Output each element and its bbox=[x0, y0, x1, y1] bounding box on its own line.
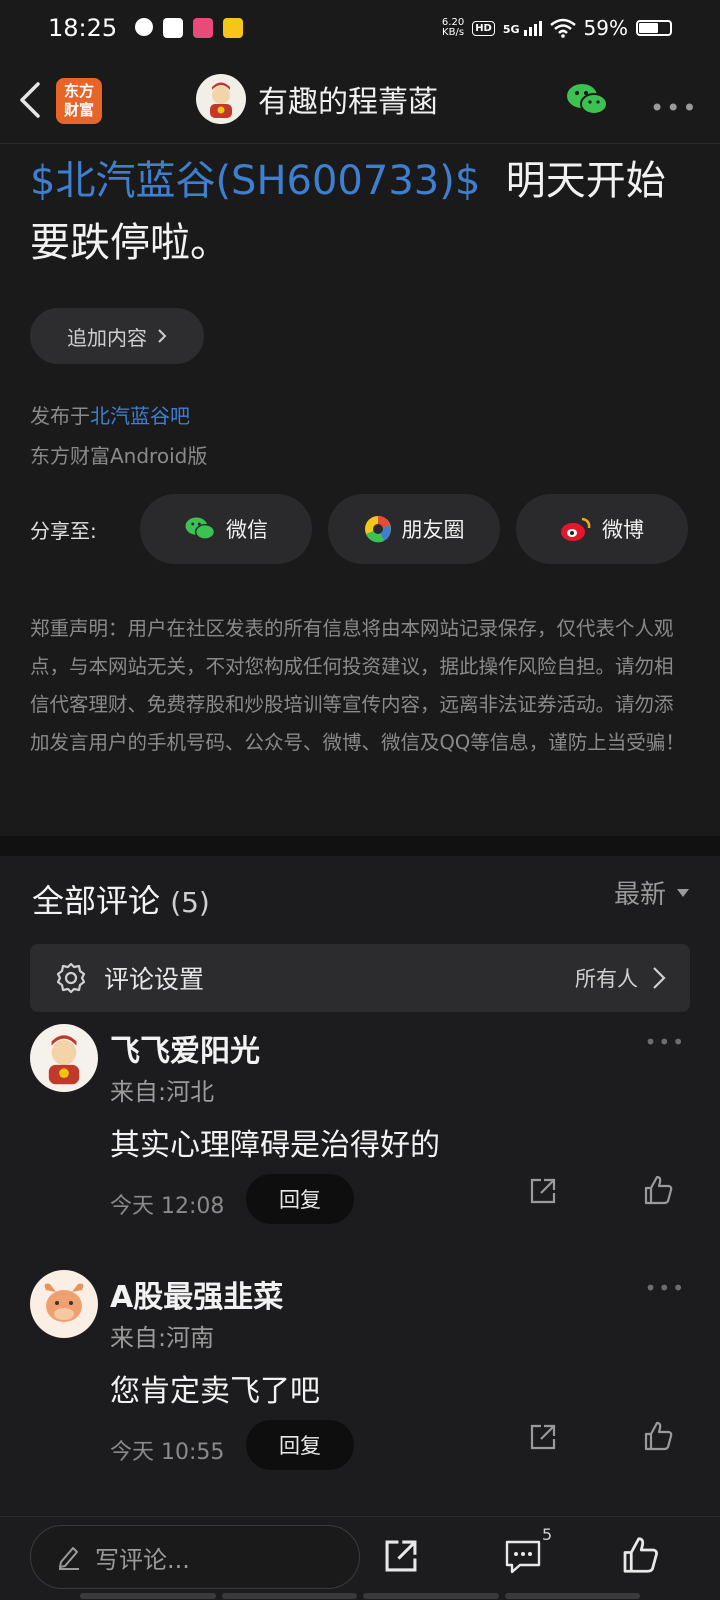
chevron-right-icon bbox=[653, 967, 666, 989]
commenter-location: 来自:河北 bbox=[110, 1078, 215, 1106]
comment-time: 今天 10:55 bbox=[110, 1440, 225, 1465]
sort-dropdown[interactable]: 最新 bbox=[614, 874, 690, 911]
like-icon[interactable] bbox=[642, 1420, 674, 1452]
status-time: 18:25 bbox=[48, 14, 118, 42]
section-divider bbox=[0, 836, 720, 856]
app-notification-icon bbox=[223, 18, 244, 38]
status-bar: 18:25 6.20 KB/s HD 5G 59% bbox=[0, 0, 720, 56]
caret-down-icon bbox=[677, 888, 689, 897]
author-info[interactable]: 有趣的程菁菡 bbox=[196, 74, 438, 124]
moments-icon bbox=[364, 516, 391, 543]
write-comment-input[interactable]: 写评论... bbox=[30, 1525, 360, 1589]
pencil-icon bbox=[59, 1547, 79, 1570]
comment-text: 其实心理障碍是治得好的 bbox=[110, 1128, 440, 1163]
commenter-avatar[interactable] bbox=[30, 1270, 98, 1338]
client-info: 东方财富Android版 bbox=[30, 444, 208, 468]
home-indicator bbox=[80, 1593, 640, 1599]
comment-count-badge: 5 bbox=[542, 1525, 553, 1544]
wechat-share-icon[interactable] bbox=[566, 82, 608, 118]
weibo-icon bbox=[561, 517, 591, 541]
comment-settings-label: 评论设置 bbox=[104, 965, 205, 994]
chevron-right-icon bbox=[158, 329, 167, 343]
share-icon[interactable] bbox=[528, 1422, 558, 1452]
mail-notification-icon bbox=[163, 18, 184, 38]
bottom-action-bar: 写评论... 5 bbox=[0, 1516, 720, 1600]
share-weibo-button[interactable]: 微博 bbox=[516, 494, 688, 564]
commenter-avatar[interactable] bbox=[30, 1024, 98, 1092]
comment-icon[interactable] bbox=[504, 1539, 542, 1575]
app-notification-icon bbox=[135, 18, 154, 36]
comment-permission-value: 所有人 bbox=[575, 967, 638, 991]
share-icon[interactable] bbox=[382, 1537, 420, 1575]
like-icon[interactable] bbox=[642, 1174, 674, 1206]
post-body: $北汽蓝谷(SH600733)$ 明天开始要跌停啦。 bbox=[30, 150, 698, 274]
commenter-name[interactable]: A股最强韭菜 bbox=[110, 1272, 283, 1316]
post-header: 东方 财富 有趣的程菁菡 ••• bbox=[0, 56, 720, 144]
comment-more-icon[interactable]: ••• bbox=[645, 1276, 686, 1300]
more-options-icon[interactable]: ••• bbox=[650, 94, 698, 122]
share-row: 分享至: 微信 朋友圈 微博 bbox=[30, 494, 690, 564]
wifi-icon bbox=[549, 18, 576, 38]
share-wechat-button[interactable]: 微信 bbox=[140, 494, 312, 564]
post-content: $北汽蓝谷(SH600733)$ 明天开始要跌停啦。 追加内容 发布于北汽蓝谷吧… bbox=[0, 144, 720, 836]
comment-more-icon[interactable]: ••• bbox=[645, 1030, 686, 1054]
battery-percent: 59% bbox=[583, 16, 628, 40]
author-name[interactable]: 有趣的程菁菡 bbox=[258, 77, 438, 121]
like-icon[interactable] bbox=[620, 1535, 660, 1575]
disclaimer-text: 郑重声明：用户在社区发表的所有信息将由本网站记录保存，仅代表个人观点，与本网站无… bbox=[30, 617, 685, 754]
share-icon[interactable] bbox=[528, 1176, 558, 1206]
commenter-location: 来自:河南 bbox=[110, 1324, 215, 1352]
comment-item: 飞飞爱阳光 来自:河北 其实心理障碍是治得好的 今天 12:08 回复 ••• bbox=[30, 1024, 690, 1244]
hd-badge: HD bbox=[472, 20, 495, 36]
app-notification-icon bbox=[193, 18, 214, 38]
reply-button[interactable]: 回复 bbox=[246, 1420, 354, 1470]
back-icon[interactable] bbox=[16, 80, 46, 120]
gear-icon bbox=[56, 962, 86, 994]
comments-section: 全部评论 (5) 最新 评论设置 所有人 飞飞爱阳光 来自:河北 其实心理障碍是… bbox=[0, 856, 720, 1516]
wechat-icon bbox=[185, 517, 216, 540]
comment-text: 您肯定卖飞了吧 bbox=[110, 1374, 320, 1409]
net-speed: 6.20 KB/s bbox=[441, 17, 465, 38]
share-label: 分享至: bbox=[30, 518, 97, 543]
reply-button[interactable]: 回复 bbox=[246, 1174, 354, 1224]
commenter-name[interactable]: 飞飞爱阳光 bbox=[110, 1026, 260, 1070]
app-logo[interactable]: 东方 财富 bbox=[56, 78, 102, 124]
published-in: 发布于北汽蓝谷吧 bbox=[30, 404, 190, 428]
battery-icon bbox=[636, 20, 672, 36]
signal-icon: 5G bbox=[503, 20, 542, 36]
author-avatar[interactable] bbox=[196, 74, 246, 124]
share-moments-button[interactable]: 朋友圈 bbox=[328, 494, 500, 564]
comment-settings-bar[interactable]: 评论设置 所有人 bbox=[30, 944, 690, 1012]
forum-link[interactable]: 北汽蓝谷吧 bbox=[90, 404, 190, 428]
comment-item: A股最强韭菜 来自:河南 您肯定卖飞了吧 今天 10:55 回复 ••• bbox=[30, 1270, 690, 1490]
add-content-button[interactable]: 追加内容 bbox=[30, 308, 204, 364]
comment-time: 今天 12:08 bbox=[110, 1194, 225, 1219]
comments-title: 全部评论 (5) bbox=[32, 882, 210, 920]
stock-tag-link[interactable]: $北汽蓝谷(SH600733)$ bbox=[30, 158, 480, 204]
notification-icons bbox=[135, 18, 244, 38]
